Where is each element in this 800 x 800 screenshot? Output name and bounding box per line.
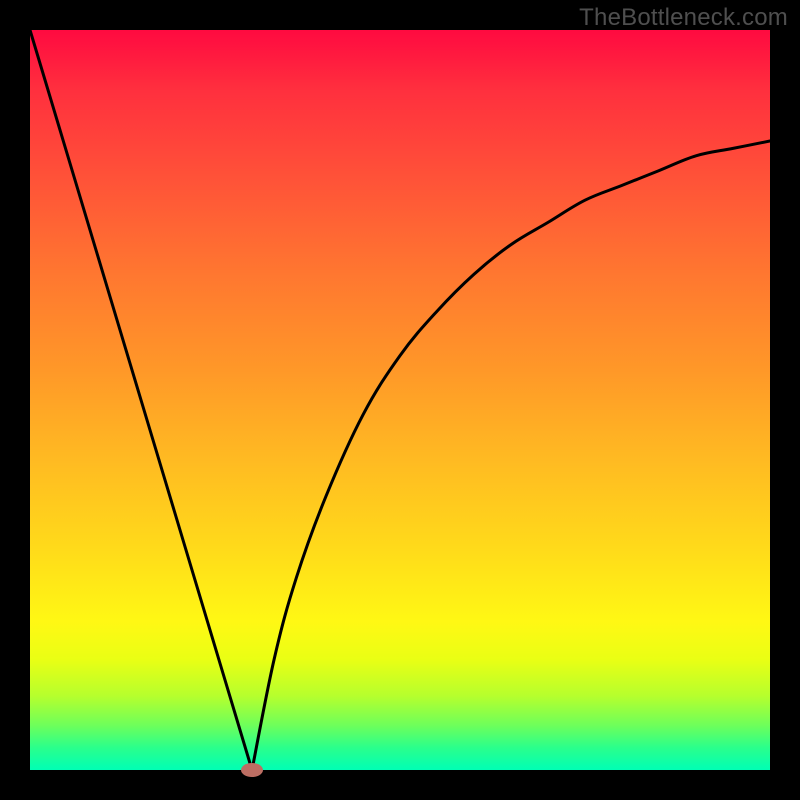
chart-frame: TheBottleneck.com [0,0,800,800]
plot-area [30,30,770,770]
watermark-text: TheBottleneck.com [579,4,788,32]
curve-right-branch [252,141,770,770]
vertex-marker [241,763,263,777]
bottleneck-curve [30,30,770,770]
curve-left-branch [30,30,252,770]
